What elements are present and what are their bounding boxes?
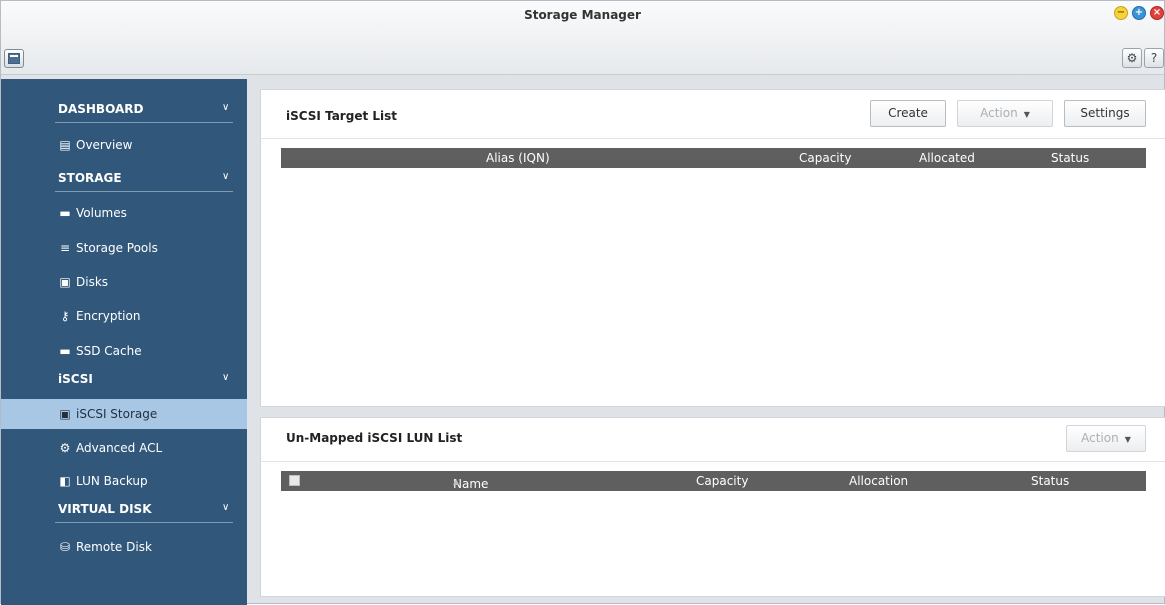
chevron-down-icon: ∨ bbox=[222, 102, 230, 113]
sidebar-item-label: Disks bbox=[76, 275, 109, 289]
sidebar-item-label: Storage Pools bbox=[76, 241, 158, 255]
remote-disk-icon: ⛁ bbox=[59, 540, 71, 554]
sidebar-item-label: Remote Disk bbox=[76, 540, 152, 554]
iscsi-target-list-panel: iSCSI Target List Create Action ▼ Setting… bbox=[260, 89, 1165, 407]
section-storage[interactable]: STORAGE ∨ bbox=[1, 163, 247, 193]
section-label: iSCSI bbox=[58, 372, 93, 386]
title-bar: Storage Manager − + × ⚙ ? bbox=[1, 1, 1164, 75]
sidebar-item-disks[interactable]: ▣ Disks bbox=[1, 267, 247, 297]
sidebar-item-iscsi-storage[interactable]: ▣ iSCSI Storage bbox=[1, 399, 247, 429]
sidebar-item-volumes[interactable]: ▬ Volumes bbox=[1, 198, 247, 228]
sidebar-item-overview[interactable]: ▤ Overview bbox=[1, 130, 247, 160]
sort-icon: ▲ bbox=[453, 477, 460, 486]
gear-icon: ⚙ bbox=[59, 441, 71, 455]
close-button[interactable]: × bbox=[1150, 6, 1164, 20]
settings-gear-button[interactable]: ⚙ bbox=[1122, 48, 1142, 68]
divider bbox=[55, 122, 233, 123]
section-iscsi[interactable]: iSCSI ∨ bbox=[1, 364, 247, 394]
sidebar-item-label: LUN Backup bbox=[76, 474, 148, 488]
select-all-checkbox[interactable] bbox=[289, 475, 300, 486]
divider bbox=[55, 522, 233, 523]
sidebar-item-storage-pools[interactable]: ≡ Storage Pools bbox=[1, 233, 247, 263]
divider bbox=[261, 461, 1165, 462]
table-header: Name ▲ Capacity Allocation Status bbox=[281, 471, 1146, 491]
action-dropdown-button[interactable]: Action ▼ bbox=[1066, 425, 1146, 452]
table-header: Alias (IQN) Capacity Allocated Status bbox=[281, 148, 1146, 168]
section-virtual-disk[interactable]: VIRTUAL DISK ∨ bbox=[1, 494, 247, 524]
divider bbox=[261, 138, 1165, 139]
caret-down-icon: ▼ bbox=[1023, 110, 1030, 119]
minimize-button[interactable]: − bbox=[1114, 6, 1128, 20]
sidebar: DASHBOARD ∨ ▤ Overview STORAGE ∨ ▬ Volum… bbox=[1, 79, 247, 605]
storage-manager-window: Storage Manager − + × ⚙ ? DASHBOARD ∨ ▤ … bbox=[0, 0, 1165, 605]
sidebar-item-ssd-cache[interactable]: ▬ SSD Cache bbox=[1, 336, 247, 366]
storage-pools-icon: ≡ bbox=[59, 241, 71, 255]
sidebar-item-remote-disk[interactable]: ⛁ Remote Disk bbox=[1, 532, 247, 562]
column-header-capacity[interactable]: Capacity bbox=[696, 474, 748, 488]
volume-icon: ▬ bbox=[59, 206, 71, 220]
create-button[interactable]: Create bbox=[870, 100, 946, 127]
section-label: DASHBOARD bbox=[58, 102, 144, 116]
maximize-button[interactable]: + bbox=[1132, 6, 1146, 20]
window-title: Storage Manager bbox=[524, 8, 641, 22]
sidebar-item-encryption[interactable]: ⚷ Encryption bbox=[1, 301, 247, 331]
sidebar-item-lun-backup[interactable]: ◧ LUN Backup bbox=[1, 466, 247, 496]
column-header-status[interactable]: Status bbox=[1031, 474, 1069, 488]
button-label: Action bbox=[980, 106, 1018, 120]
app-menu-icon[interactable] bbox=[4, 49, 24, 68]
divider bbox=[55, 191, 233, 192]
help-button[interactable]: ? bbox=[1144, 48, 1164, 68]
gear-icon: ⚙ bbox=[1126, 51, 1138, 65]
column-header-capacity[interactable]: Capacity bbox=[799, 151, 851, 165]
help-icon: ? bbox=[1150, 51, 1158, 65]
sidebar-item-label: Encryption bbox=[76, 309, 141, 323]
unmapped-lun-list-panel: Un-Mapped iSCSI LUN List Action ▼ Name ▲ … bbox=[260, 417, 1165, 597]
overview-icon: ▤ bbox=[59, 138, 71, 152]
sidebar-item-label: Volumes bbox=[76, 206, 127, 220]
chevron-down-icon: ∨ bbox=[222, 372, 230, 383]
chevron-down-icon: ∨ bbox=[222, 502, 230, 513]
column-header-alias[interactable]: Alias (IQN) bbox=[486, 151, 550, 165]
column-header-allocated[interactable]: Allocated bbox=[919, 151, 975, 165]
button-label: Action bbox=[1081, 431, 1119, 445]
column-header-status[interactable]: Status bbox=[1051, 151, 1089, 165]
action-dropdown-button[interactable]: Action ▼ bbox=[957, 100, 1053, 127]
sidebar-item-advanced-acl[interactable]: ⚙ Advanced ACL bbox=[1, 433, 247, 463]
column-header-allocation[interactable]: Allocation bbox=[849, 474, 908, 488]
section-label: STORAGE bbox=[58, 171, 122, 185]
sidebar-item-label: Overview bbox=[76, 138, 133, 152]
sidebar-item-label: SSD Cache bbox=[76, 344, 142, 358]
sidebar-item-label: Advanced ACL bbox=[76, 441, 163, 455]
panel-title: Un-Mapped iSCSI LUN List bbox=[286, 431, 463, 445]
section-label: VIRTUAL DISK bbox=[58, 502, 152, 516]
lun-backup-icon: ◧ bbox=[59, 474, 71, 488]
chevron-down-icon: ∨ bbox=[222, 171, 230, 182]
panel-title: iSCSI Target List bbox=[286, 109, 398, 123]
key-icon: ⚷ bbox=[60, 309, 70, 323]
ssd-cache-icon: ▬ bbox=[59, 344, 71, 358]
settings-button[interactable]: Settings bbox=[1064, 100, 1146, 127]
section-dashboard[interactable]: DASHBOARD ∨ bbox=[1, 94, 247, 124]
sidebar-item-label: iSCSI Storage bbox=[76, 407, 158, 421]
disk-icon: ▣ bbox=[59, 275, 71, 289]
iscsi-storage-icon: ▣ bbox=[59, 407, 71, 421]
caret-down-icon: ▼ bbox=[1124, 435, 1131, 444]
